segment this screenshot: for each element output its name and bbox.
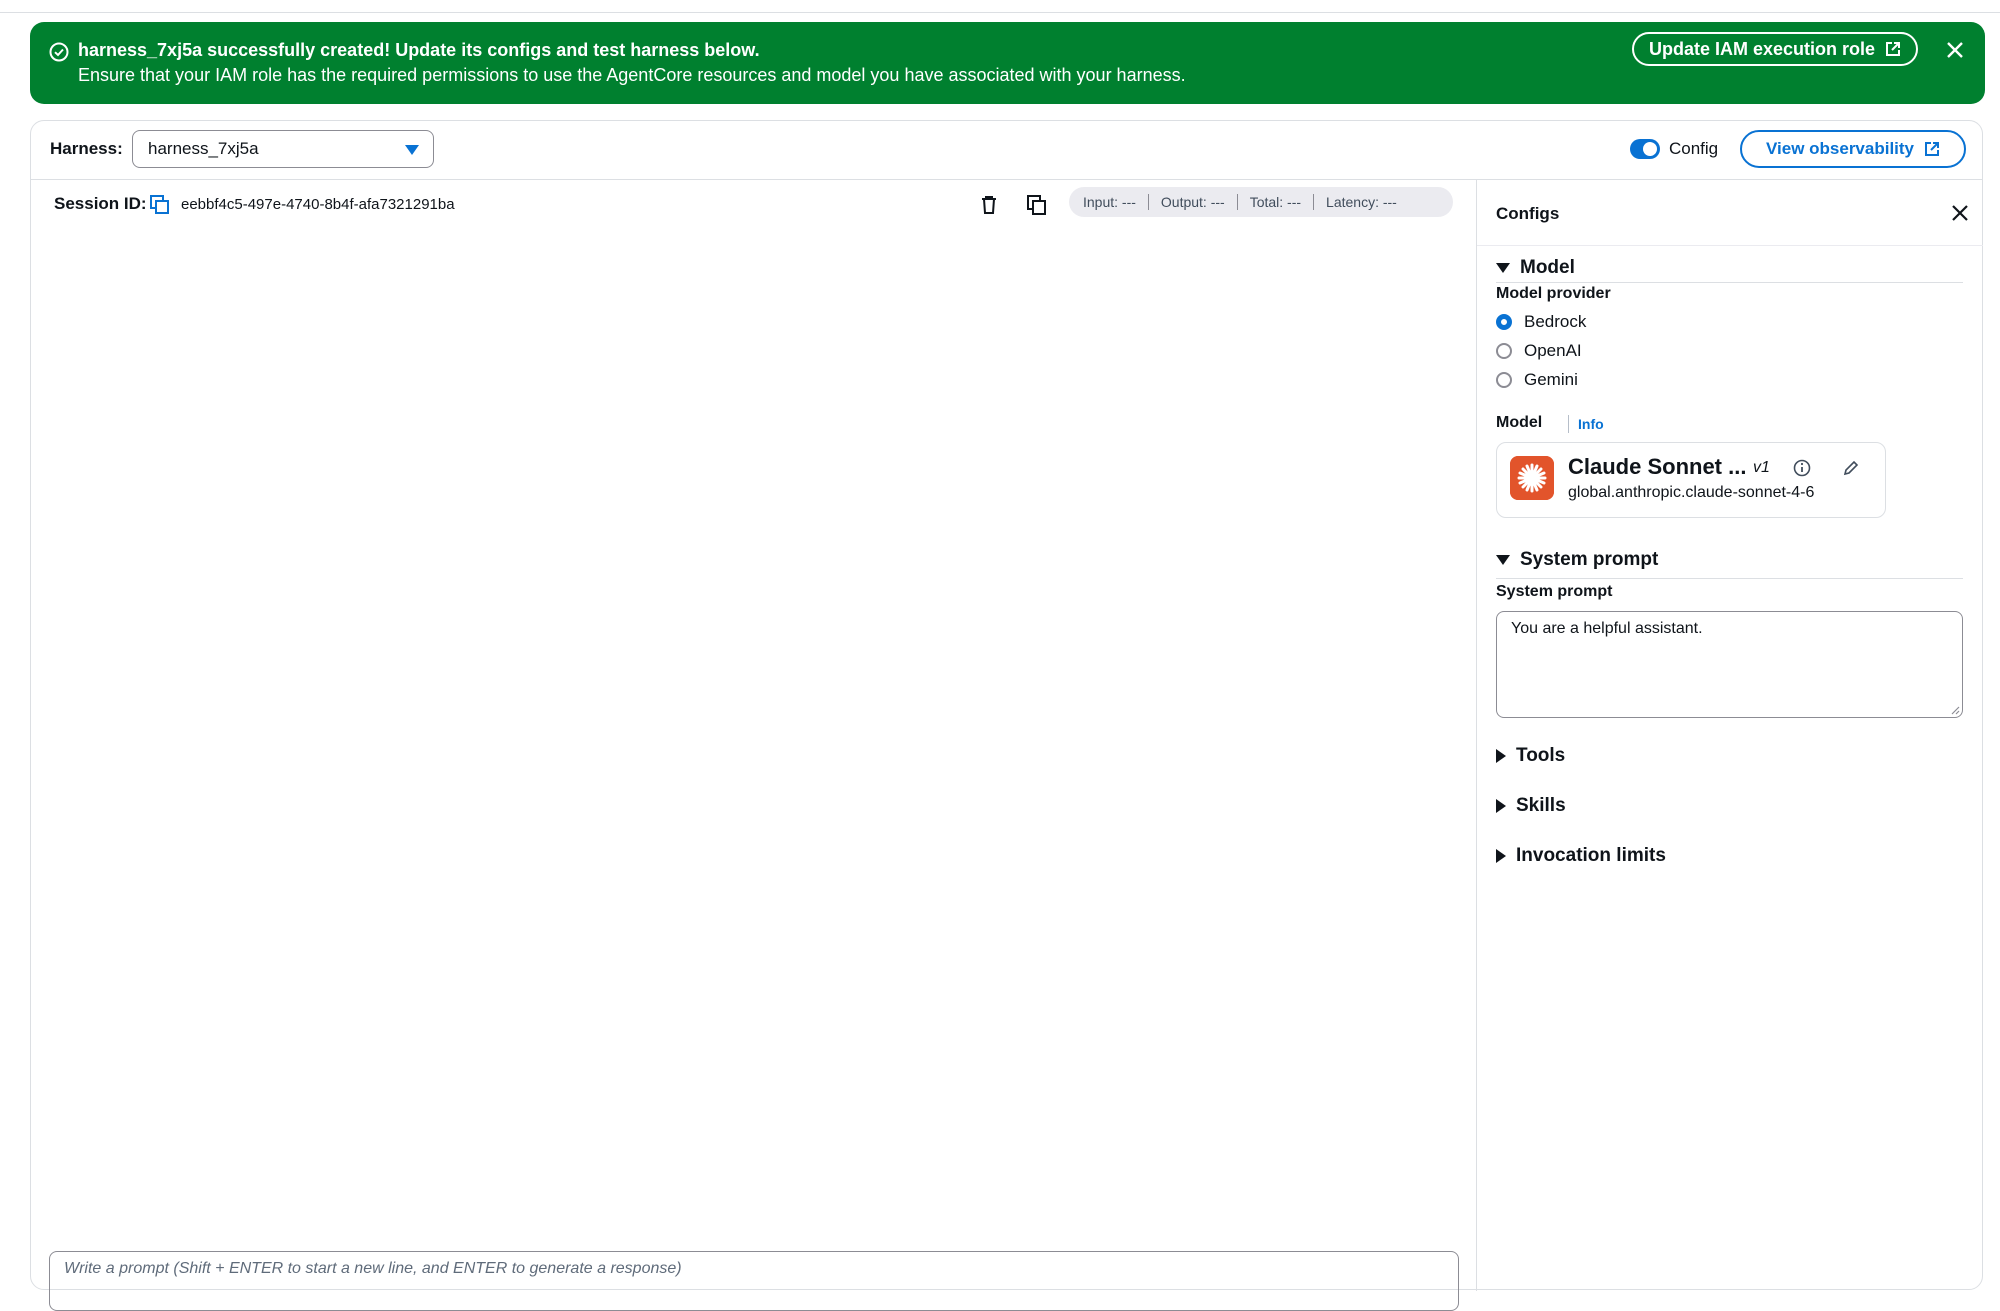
model-section-header[interactable]: Model [1496, 257, 1575, 279]
system-prompt-label: System prompt [1496, 583, 1613, 600]
trash-icon[interactable] [978, 194, 1000, 216]
success-check-icon [49, 42, 69, 62]
close-icon[interactable] [1949, 202, 1971, 224]
success-flash-banner: harness_7xj5a successfully created! Upda… [30, 22, 1985, 104]
close-icon[interactable] [1943, 38, 1967, 62]
skills-section-title: Skills [1516, 795, 1566, 816]
radio-openai[interactable]: OpenAI [1496, 341, 1582, 361]
flash-message: Ensure that your IAM role has the requir… [78, 65, 1186, 85]
radio-unselected-icon [1496, 343, 1512, 359]
token-stats: Input: --- Output: --- Total: --- Latenc… [1069, 187, 1453, 217]
stats-divider [1236, 194, 1238, 210]
caret-down-icon [405, 145, 419, 155]
external-link-icon [1886, 42, 1901, 56]
system-prompt-section-header[interactable]: System prompt [1496, 549, 1658, 571]
radio-label: Bedrock [1524, 312, 1587, 331]
anthropic-logo-icon [1510, 456, 1554, 500]
model-provider-label: Model provider [1496, 285, 1611, 302]
view-observability-label: View observability [1765, 139, 1915, 158]
invocation-limits-section-header[interactable]: Invocation limits [1496, 845, 1666, 867]
harness-select[interactable]: harness_7xj5a [132, 130, 434, 168]
radio-bedrock[interactable]: Bedrock [1496, 312, 1586, 332]
model-label: Model [1496, 414, 1543, 431]
divider [1496, 282, 1963, 283]
invocation-limits-section-title: Invocation limits [1516, 845, 1666, 866]
model-card[interactable]: Claude Sonnet ... v1 global.anthropic.cl… [1496, 442, 1886, 518]
edit-pencil-icon[interactable] [1842, 459, 1860, 477]
info-icon[interactable] [1793, 459, 1811, 477]
caret-down-icon [1496, 555, 1510, 565]
latency: Latency: --- [1326, 194, 1397, 210]
divider [1477, 245, 1983, 246]
copy-icon[interactable] [1026, 194, 1048, 216]
radio-gemini[interactable]: Gemini [1496, 370, 1578, 390]
tools-section-header[interactable]: Tools [1496, 745, 1565, 767]
external-link-icon [1925, 142, 1940, 156]
copy-icon[interactable] [150, 195, 170, 215]
divider [1568, 415, 1569, 433]
flash-title: harness_7xj5a successfully created! Upda… [78, 40, 760, 60]
harness-select-value: harness_7xj5a [148, 139, 259, 158]
info-link[interactable]: Info [1578, 416, 1604, 432]
harness-label: Harness: [50, 139, 123, 158]
resize-grip-icon[interactable] [1950, 705, 1960, 715]
update-iam-role-label: Update IAM execution role [1648, 38, 1876, 59]
configs-title: Configs [1496, 204, 1560, 223]
view-observability-button[interactable]: View observability [1740, 130, 1966, 168]
system-prompt-section-title: System prompt [1520, 549, 1659, 570]
model-version: v1 [1753, 459, 1770, 476]
caret-right-icon [1496, 799, 1506, 813]
input-tokens: Input: --- [1083, 194, 1136, 210]
system-prompt-value: You are a helpful assistant. [1511, 620, 1703, 637]
tools-section-title: Tools [1516, 745, 1566, 766]
model-name: Claude Sonnet ... [1568, 454, 1747, 479]
harness-test-panel: Harness: harness_7xj5a Config View obser… [30, 120, 1983, 1311]
session-id-value: eebbf4c5-497e-4740-8b4f-afa7321291ba [181, 196, 455, 213]
prompt-placeholder: Write a prompt (Shift + ENTER to start a… [64, 1260, 682, 1277]
config-toggle-label: Config [1669, 139, 1719, 158]
output-tokens: Output: --- [1160, 194, 1225, 210]
stats-divider [1313, 194, 1315, 210]
config-toggle[interactable] [1630, 139, 1660, 159]
radio-label: OpenAI [1524, 341, 1582, 360]
radio-unselected-icon [1496, 372, 1512, 388]
caret-down-icon [1496, 263, 1510, 273]
toggle-knob [1643, 142, 1657, 156]
panel-header: Harness: harness_7xj5a Config View obser… [31, 121, 1982, 180]
top-border [0, 0, 2000, 13]
caret-right-icon [1496, 749, 1506, 763]
configs-panel: Configs Model Model provider Bedrock Ope… [1477, 179, 1983, 1291]
caret-right-icon [1496, 849, 1506, 863]
stats-divider [1147, 194, 1149, 210]
radio-selected-icon [1496, 314, 1512, 330]
update-iam-role-button[interactable]: Update IAM execution role [1632, 32, 1918, 66]
session-id-label: Session ID: [54, 194, 147, 213]
model-section-title: Model [1520, 257, 1575, 278]
system-prompt-textarea[interactable]: You are a helpful assistant. [1496, 611, 1963, 718]
prompt-input[interactable]: Write a prompt (Shift + ENTER to start a… [49, 1251, 1459, 1311]
model-id: global.anthropic.claude-sonnet-4-6 [1568, 484, 1815, 501]
skills-section-header[interactable]: Skills [1496, 795, 1566, 817]
divider [1496, 578, 1963, 579]
chat-area: Session ID: eebbf4c5-497e-4740-8b4f-afa7… [31, 179, 1477, 1311]
total-tokens: Total: --- [1249, 194, 1302, 210]
radio-label: Gemini [1524, 370, 1578, 389]
